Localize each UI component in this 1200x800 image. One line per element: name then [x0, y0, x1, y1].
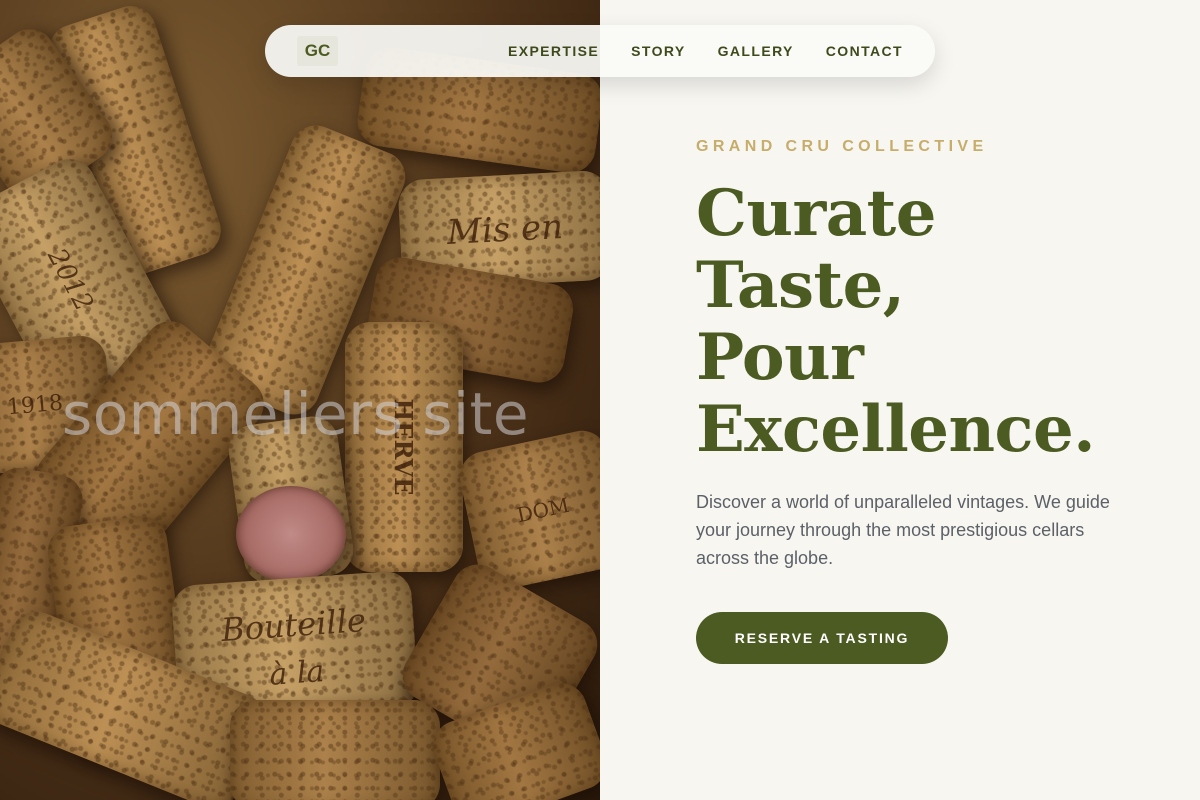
headline-line: Pour [696, 320, 864, 395]
page: 2012 Mis en 1918 HERVE DOM Bouteille à l… [0, 0, 1200, 800]
nav-link-gallery[interactable]: GALLERY [718, 43, 794, 59]
reserve-tasting-button[interactable]: RESERVE A TASTING [696, 612, 948, 664]
watermark-text: sommeliers site [62, 380, 530, 448]
nav-link-story[interactable]: STORY [631, 43, 685, 59]
hero-description: Discover a world of unparalleled vintage… [696, 492, 1110, 568]
hero-headline: Curate Taste, Pour Excellence. [696, 178, 1176, 466]
headline-line: Taste, [696, 248, 905, 323]
top-navigation: GC EXPERTISE STORY GALLERY CONTACT [265, 25, 935, 77]
headline-line: Curate [696, 176, 936, 251]
logo[interactable]: GC [297, 36, 338, 66]
hero-eyebrow: GRAND CRU COLLECTIVE [696, 138, 988, 155]
nav-link-contact[interactable]: CONTACT [826, 43, 903, 59]
cork-image [230, 700, 440, 800]
hero-photo-wine-corks: 2012 Mis en 1918 HERVE DOM Bouteille à l… [0, 0, 600, 800]
nav-link-expertise[interactable]: EXPERTISE [508, 43, 599, 59]
nav-links: EXPERTISE STORY GALLERY CONTACT [508, 25, 903, 77]
headline-line: Excellence. [696, 392, 1095, 467]
